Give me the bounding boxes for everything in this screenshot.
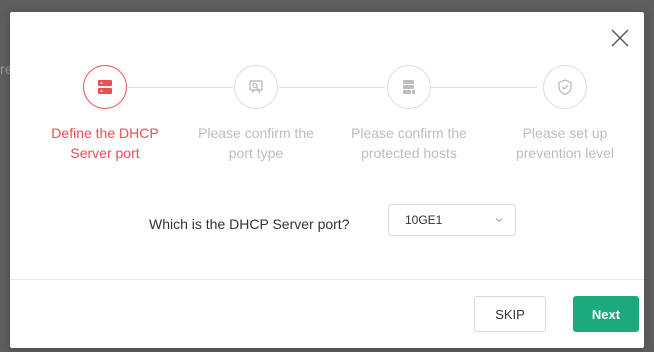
dhcp-port-question-label: Which is the DHCP Server port? <box>149 216 350 232</box>
step-indicator <box>387 65 431 109</box>
step-label: Please confirm the protected hosts <box>351 125 467 161</box>
port-type-icon <box>249 80 263 94</box>
dhcp-server-port-select[interactable]: 10GE1 <box>388 204 516 236</box>
wizard-stepper: Define the DHCP Server port Please confi… <box>10 60 644 190</box>
server-icon <box>98 80 112 94</box>
step-confirm-protected-hosts: Please confirm the protected hosts <box>339 60 479 163</box>
step-confirm-port-type: Please confirm the port type <box>186 60 326 163</box>
step-label: Please confirm the port type <box>198 125 314 161</box>
step-label: Define the DHCP Server port <box>51 125 159 161</box>
close-button[interactable] <box>608 26 632 50</box>
step-define-dhcp-server-port: Define the DHCP Server port <box>35 60 175 163</box>
dhcp-server-port-selected-value: 10GE1 <box>405 213 443 227</box>
skip-button[interactable]: SKIP <box>474 296 546 332</box>
next-button[interactable]: Next <box>573 296 639 332</box>
step-set-prevention-level: Please set up prevention level <box>495 60 635 163</box>
dhcp-port-question: Which is the DHCP Server port? 10GE1 <box>10 204 644 244</box>
dhcp-wizard-dialog: Define the DHCP Server port Please confi… <box>10 12 644 348</box>
dialog-footer: SKIP Next <box>10 280 644 348</box>
step-indicator <box>543 65 587 109</box>
step-indicator <box>234 65 278 109</box>
shield-check-icon <box>558 79 572 96</box>
chevron-down-icon <box>495 218 503 223</box>
close-icon <box>611 29 629 47</box>
hosts-icon <box>403 80 415 94</box>
step-label: Please set up prevention level <box>515 125 615 161</box>
step-indicator <box>83 65 127 109</box>
